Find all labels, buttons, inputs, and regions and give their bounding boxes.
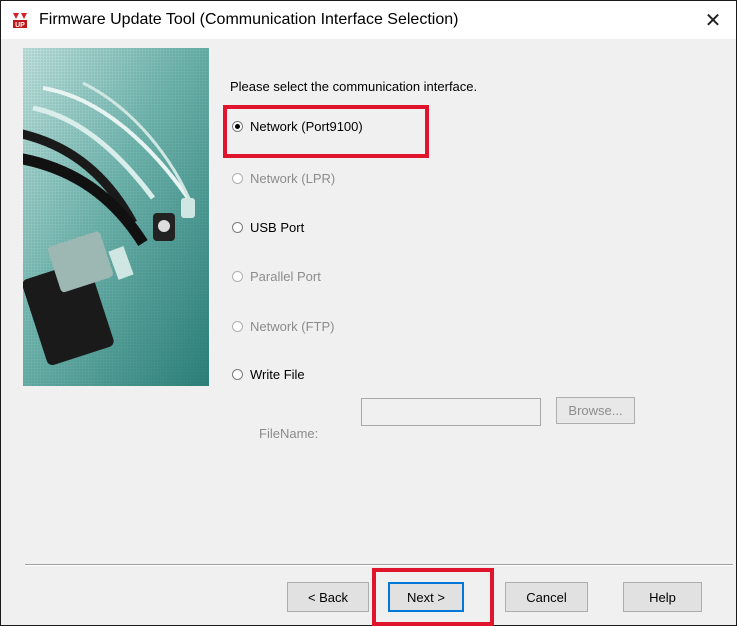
radio-button <box>232 271 243 282</box>
close-button[interactable]: ✕ <box>690 1 736 39</box>
radio-label: Parallel Port <box>250 269 321 284</box>
radio-usb-port[interactable]: USB Port <box>232 220 304 235</box>
window-title: Firmware Update Tool (Communication Inte… <box>39 11 459 28</box>
radio-button[interactable] <box>232 222 243 233</box>
cancel-button[interactable]: Cancel <box>505 582 588 612</box>
radio-label: Network (LPR) <box>250 171 336 186</box>
browse-button: Browse... <box>556 397 635 424</box>
radio-button <box>232 173 243 184</box>
divider <box>25 564 733 566</box>
radio-button <box>232 321 243 332</box>
radio-label: Write File <box>250 367 305 382</box>
firmware-update-icon: UP <box>11 11 29 29</box>
highlight-box <box>223 105 429 158</box>
radio-parallel-port: Parallel Port <box>232 269 321 284</box>
instruction-text: Please select the communication interfac… <box>230 79 478 94</box>
help-button[interactable]: Help <box>623 582 702 612</box>
radio-label: USB Port <box>250 220 305 235</box>
filename-label: FileName: <box>259 426 319 441</box>
filename-input <box>361 398 541 426</box>
title-bar[interactable]: UP Firmware Update Tool (Communication I… <box>1 1 736 39</box>
highlight-box <box>372 568 494 626</box>
radio-label: Network (FTP) <box>250 319 335 334</box>
radio-network-ftp: Network (FTP) <box>232 319 335 334</box>
svg-text:UP: UP <box>15 22 25 29</box>
radio-button[interactable] <box>232 369 243 380</box>
dialog-window: UP Firmware Update Tool (Communication I… <box>0 0 737 626</box>
close-icon: ✕ <box>704 9 722 32</box>
radio-write-file[interactable]: Write File <box>232 367 305 382</box>
cable-illustration <box>23 48 209 386</box>
radio-network-lpr: Network (LPR) <box>232 171 335 186</box>
back-button[interactable]: < Back <box>287 582 369 612</box>
